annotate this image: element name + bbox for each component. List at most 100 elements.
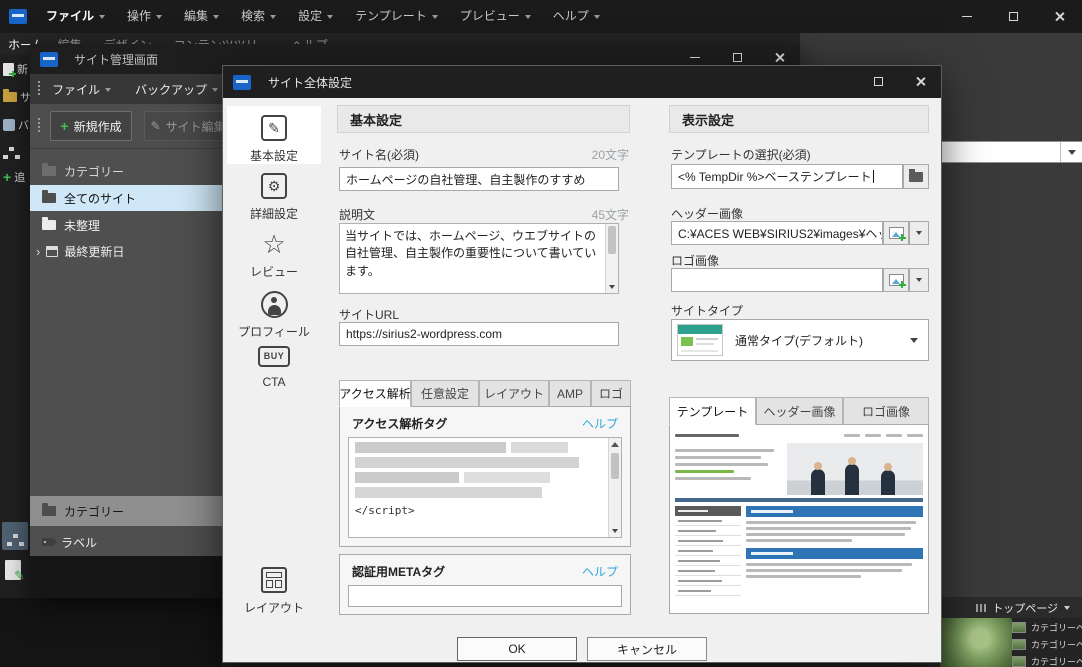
nav-label: レイアウト (244, 601, 304, 615)
menu-help[interactable]: ヘルプ (542, 0, 611, 33)
analytics-help-link[interactable]: ヘルプ (582, 415, 618, 432)
list-icon (976, 604, 986, 612)
strip-add-button[interactable]: +追 (3, 169, 30, 185)
site-type-dropdown[interactable]: 通常タイプ(デフォルト) (671, 319, 929, 361)
menu-operation[interactable]: 操作 (116, 0, 173, 33)
header-image-select-button[interactable] (883, 221, 909, 245)
tab-optional-settings[interactable]: 任意設定 (411, 380, 479, 407)
manager-menu-backup[interactable]: バックアップ (123, 81, 230, 98)
dialog-title: サイト全体設定 (268, 74, 352, 91)
menu-template[interactable]: テンプレート (344, 0, 449, 33)
nav-item-cta[interactable]: BUY CTA (227, 340, 321, 389)
close-icon (774, 52, 785, 63)
new-site-button[interactable]: +新規作成 (50, 111, 132, 141)
menu-search[interactable]: 検索 (230, 0, 287, 33)
scrollbar[interactable] (605, 224, 618, 293)
header-image-input[interactable]: C:¥ACES WEB¥SIRIUS2¥images¥ヘッダ (671, 221, 883, 245)
site-name-input[interactable]: ホームページの自社管理、自主製作のすすめ (339, 167, 619, 191)
menu-preview[interactable]: プレビュー (449, 0, 542, 33)
scroll-up-button[interactable] (609, 438, 621, 451)
header-image-row: C:¥ACES WEB¥SIRIUS2¥images¥ヘッダ (671, 221, 929, 245)
tab-logo[interactable]: ロゴ (591, 380, 631, 407)
sitemap-icon (13, 534, 18, 538)
scroll-down-button[interactable] (609, 524, 621, 537)
logo-image-dropdown-button[interactable] (909, 268, 929, 292)
sidebar-item-last-updated[interactable]: › 最終更新日 (30, 239, 230, 263)
tag-icon (42, 538, 53, 546)
template-preview-panel (669, 424, 929, 614)
menu-settings[interactable]: 設定 (287, 0, 344, 33)
preview-menu-item (675, 586, 741, 596)
folder-icon (42, 166, 56, 176)
strip-site-button[interactable]: サ (3, 89, 30, 105)
description-textarea[interactable]: 当サイトでは、ホームページ、ウエブサイトの自社管理、自主製作の重要性について書い… (339, 223, 619, 294)
top-page-dropdown[interactable]: トップページ (992, 600, 1058, 616)
chevron-down-icon (594, 15, 600, 19)
category-page-item[interactable]: カテゴリーページ6 (1012, 655, 1082, 667)
star-icon: ☆ (227, 228, 321, 260)
strip-new-button[interactable]: 新 (3, 61, 30, 77)
category-page-item[interactable]: カテゴリーページ4 (1012, 621, 1082, 634)
nav-item-profile[interactable]: プロフィール (227, 288, 321, 340)
logo-image-input[interactable] (671, 268, 883, 292)
menu-edit[interactable]: 編集 (173, 0, 230, 33)
manager-menu-file[interactable]: ファイル (40, 81, 123, 98)
strip-edit-page-button[interactable]: ✎ (5, 560, 21, 580)
person-figure (811, 469, 825, 495)
nav-item-review[interactable]: ☆ レビュー (227, 228, 321, 280)
tab-amp[interactable]: AMP (549, 380, 591, 407)
strip-sitemap-button[interactable] (3, 145, 30, 161)
nav-item-basic-settings[interactable]: ✎ 基本設定 (227, 106, 321, 164)
template-browse-button[interactable] (903, 164, 929, 189)
meta-tag-help-link[interactable]: ヘルプ (582, 563, 618, 580)
combo-arrow-button[interactable] (1060, 142, 1082, 162)
site-url-input[interactable]: https://sirius2-wordpress.com (339, 322, 619, 346)
scrollbar-thumb[interactable] (608, 226, 616, 254)
dialog-close-button[interactable] (899, 66, 941, 98)
grip-handle[interactable] (38, 118, 40, 134)
edit-site-button[interactable]: ✎サイト編集 (144, 111, 232, 141)
preview-tab-logo-image[interactable]: ロゴ画像 (843, 397, 929, 425)
site-type-label: サイトタイプ (671, 302, 743, 319)
meta-tag-input[interactable] (348, 585, 622, 607)
buy-stamp-icon: BUY (258, 346, 290, 367)
tab-layout[interactable]: レイアウト (479, 380, 549, 407)
scrollbar-thumb[interactable] (611, 453, 619, 479)
preview-menu-item (675, 566, 741, 576)
scrollbar[interactable] (608, 438, 621, 537)
close-button[interactable] (1036, 0, 1082, 33)
preview-line (675, 456, 761, 459)
meta-tag-group: 認証用METAタグ ヘルプ (339, 554, 631, 615)
strip-backup-button[interactable]: バ (3, 117, 30, 133)
tab-access-analytics[interactable]: アクセス解析 (339, 380, 411, 407)
nav-item-advanced-settings[interactable]: ⚙ 詳細設定 (227, 170, 321, 222)
nav-item-layout[interactable]: レイアウト (227, 564, 321, 616)
close-icon (1054, 11, 1065, 22)
sidebar-footer-category[interactable]: カテゴリー (30, 496, 230, 526)
close-icon (915, 76, 926, 87)
maximize-button[interactable] (990, 0, 1036, 33)
sidebar-item-unsorted[interactable]: 未整理 (30, 213, 230, 237)
logo-image-select-button[interactable] (883, 268, 909, 292)
sidebar-item-all-sites[interactable]: 全てのサイト (30, 185, 230, 211)
sidebar-footer-label[interactable]: ラベル (30, 528, 230, 556)
dialog-maximize-button[interactable] (857, 66, 899, 98)
cancel-button[interactable]: キャンセル (587, 637, 707, 661)
header-image-dropdown-button[interactable] (909, 221, 929, 245)
chevron-down-icon (432, 15, 438, 19)
preview-tab-header-image[interactable]: ヘッダー画像 (756, 397, 843, 425)
arrow-up-icon (611, 442, 619, 447)
sidebar-category-header: カテゴリー (30, 159, 230, 183)
preview-tab-template[interactable]: テンプレート (669, 397, 756, 425)
template-input[interactable]: <% TempDir %>ベーステンプレート (671, 164, 903, 189)
analytics-tag-textarea[interactable]: </script> (348, 437, 622, 538)
chevron-down-icon (916, 231, 922, 235)
ok-button[interactable]: OK (457, 637, 577, 661)
app-icon (9, 9, 27, 24)
minimize-button[interactable] (944, 0, 990, 33)
preview-line (675, 463, 768, 466)
strip-sitemap-active-button[interactable] (2, 522, 28, 550)
scroll-down-button[interactable] (606, 280, 618, 293)
menu-file[interactable]: ファイル (35, 0, 116, 33)
category-page-item[interactable]: カテゴリーページ5 (1012, 638, 1082, 651)
